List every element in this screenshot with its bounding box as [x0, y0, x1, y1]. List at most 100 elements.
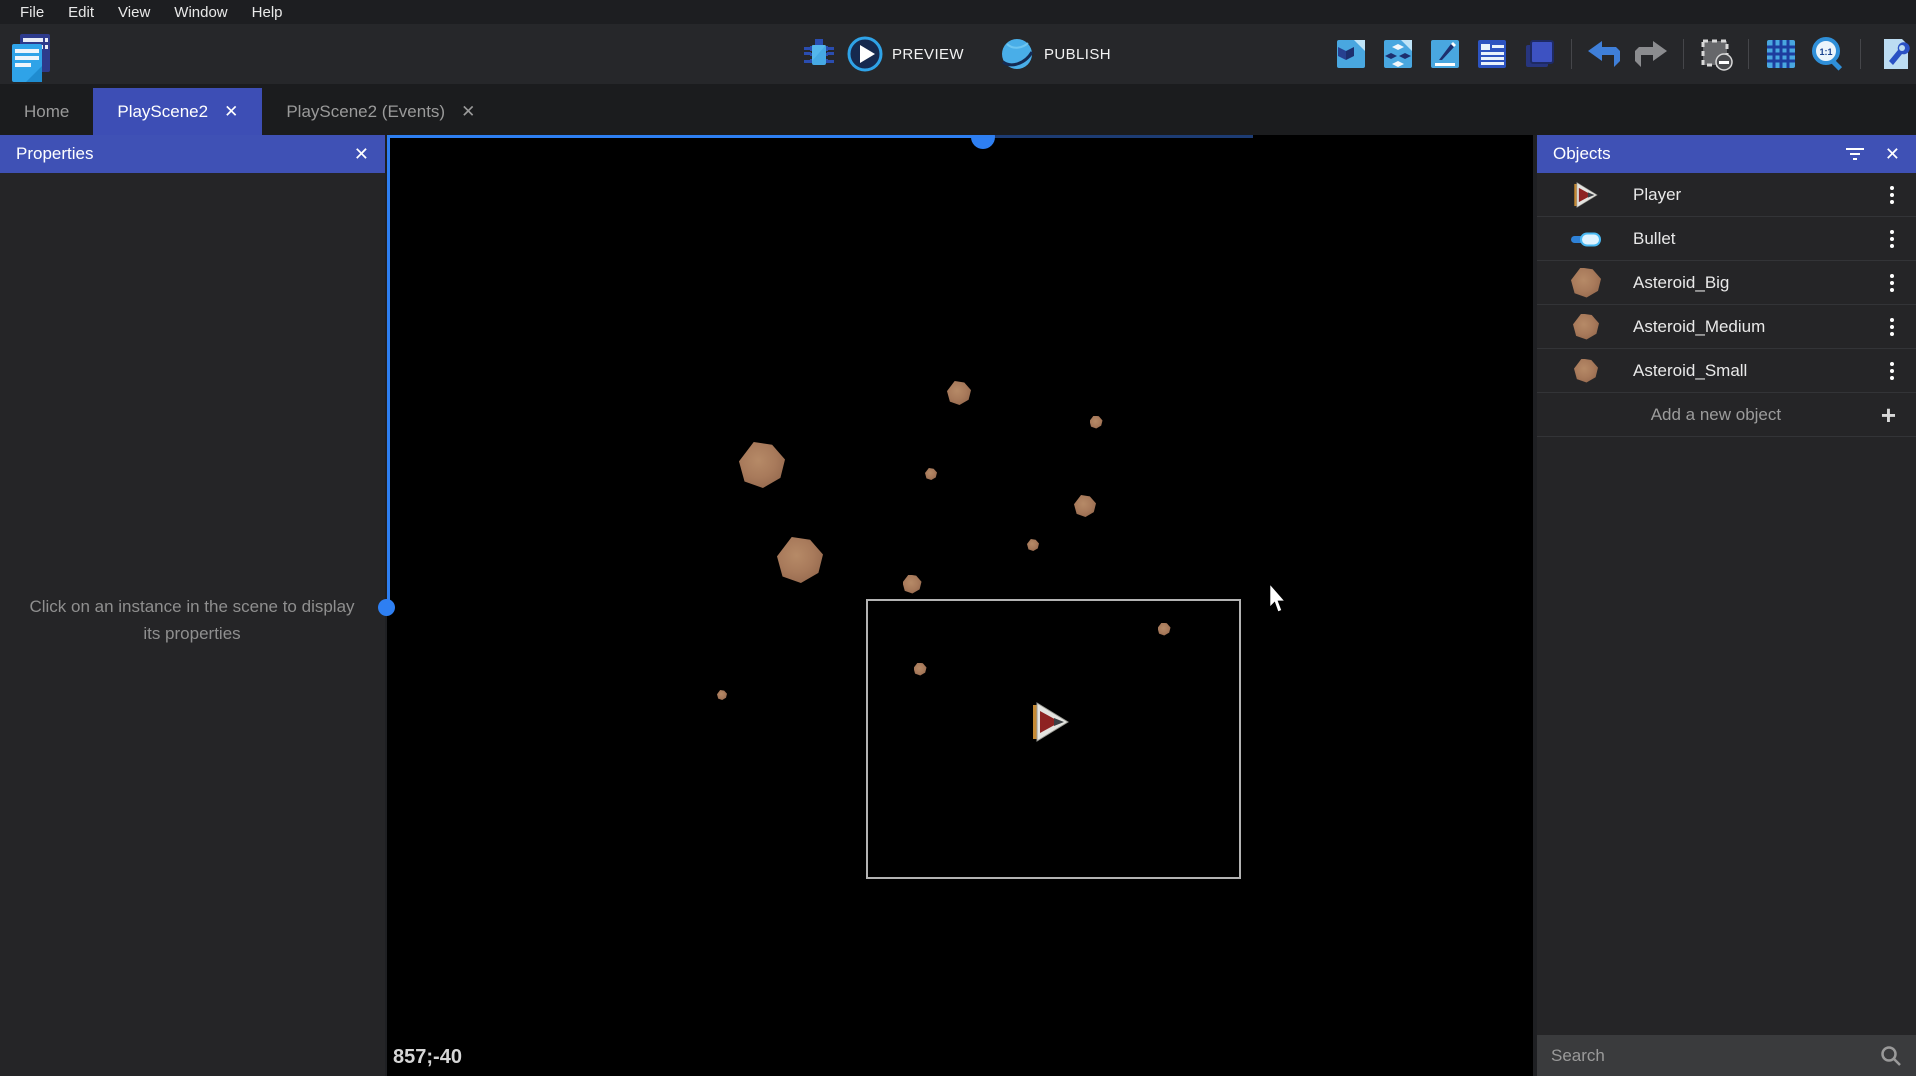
plus-icon: +: [1881, 402, 1902, 428]
wrench-document-icon: [1876, 37, 1910, 71]
pencil-icon: [1428, 37, 1462, 71]
layers-icon: [1522, 37, 1556, 71]
zoom-1-1-icon: 1:1: [1810, 36, 1846, 72]
bullet-icon: [1569, 222, 1603, 256]
redo-button[interactable]: [1632, 35, 1670, 73]
filter-icon[interactable]: [1845, 145, 1865, 163]
add-new-object-label: Add a new object: [1551, 405, 1881, 425]
layers-button[interactable]: [1520, 35, 1558, 73]
mouse-cursor-icon: [1268, 584, 1288, 614]
object-row-asteroid-big[interactable]: Asteroid_Big: [1537, 261, 1916, 305]
asteroid-instance[interactable]: [739, 442, 785, 488]
kebab-menu-icon[interactable]: [1882, 358, 1902, 384]
object-row-player[interactable]: Player: [1537, 173, 1916, 217]
kebab-menu-icon[interactable]: [1882, 314, 1902, 340]
toolbar-divider: [1571, 39, 1572, 69]
list-panel-icon: [1475, 37, 1509, 71]
close-icon[interactable]: ✕: [354, 144, 369, 165]
gdevelop-window: File Edit View Window Help: [0, 0, 1916, 1076]
redo-arrow-icon: [1633, 39, 1669, 69]
kebab-menu-icon[interactable]: [1882, 182, 1902, 208]
objects-cubes-icon: [1381, 37, 1415, 71]
debugger-bug-icon: [802, 37, 836, 71]
resize-handle-left[interactable]: [378, 599, 395, 616]
toolbar-right: 1:1: [1332, 24, 1912, 84]
tab-playscene2-events-label: PlayScene2 (Events): [286, 102, 445, 122]
search-input[interactable]: [1551, 1046, 1880, 1066]
asteroid-instance[interactable]: [1027, 539, 1039, 551]
objects-list-button[interactable]: [1379, 35, 1417, 73]
menu-bar: File Edit View Window Help: [0, 0, 1916, 24]
objects-header: Objects ✕: [1537, 135, 1916, 173]
player-ship-instance[interactable]: [1033, 702, 1069, 742]
kebab-menu-icon[interactable]: [1882, 226, 1902, 252]
menu-file[interactable]: File: [8, 2, 56, 23]
object-row-asteroid-medium[interactable]: Asteroid_Medium: [1537, 305, 1916, 349]
selection-mask-icon: [1699, 37, 1733, 71]
scene-window-border-left: [387, 135, 390, 607]
asteroid-instance[interactable]: [903, 575, 922, 594]
tab-close-icon[interactable]: ✕: [461, 103, 475, 120]
object-label: Asteroid_Big: [1633, 273, 1729, 293]
toolbar-divider: [1860, 39, 1861, 69]
scene-window-border-top: [387, 135, 987, 138]
tab-close-icon[interactable]: ✕: [224, 103, 238, 120]
asteroid-instance[interactable]: [777, 537, 823, 583]
asteroid-instance[interactable]: [717, 690, 727, 700]
add-new-object-button[interactable]: Add a new object +: [1537, 393, 1916, 437]
zoom-original-button[interactable]: 1:1: [1809, 35, 1847, 73]
object-label: Asteroid_Medium: [1633, 317, 1765, 337]
asteroid-instance[interactable]: [1074, 495, 1096, 517]
debugger-button[interactable]: [800, 35, 838, 73]
toggle-grid-button[interactable]: [1762, 35, 1800, 73]
menu-edit[interactable]: Edit: [56, 2, 106, 23]
toolbar-divider: [1748, 39, 1749, 69]
preview-label[interactable]: PREVIEW: [892, 46, 964, 63]
object-row-bullet[interactable]: Bullet: [1537, 217, 1916, 261]
menu-view[interactable]: View: [106, 2, 162, 23]
tab-home-label: Home: [24, 102, 69, 122]
preview-button[interactable]: [846, 35, 884, 73]
toolbar: PREVIEW PUBLISH: [0, 24, 1916, 84]
tab-home[interactable]: Home: [0, 88, 93, 135]
objects-title: Objects: [1553, 144, 1611, 164]
cursor-coordinates: 857;-40: [393, 1046, 462, 1069]
undo-button[interactable]: [1585, 35, 1623, 73]
objects-search-bar: [1537, 1035, 1916, 1076]
properties-empty-hint: Click on an instance in the scene to dis…: [24, 593, 360, 647]
publish-button[interactable]: [998, 35, 1036, 73]
instances-list-button[interactable]: [1473, 35, 1511, 73]
project-manager-button[interactable]: [8, 32, 54, 80]
toolbar-center: PREVIEW PUBLISH: [800, 24, 1137, 84]
asteroid-instance[interactable]: [1090, 416, 1103, 429]
scene-settings-button[interactable]: [1874, 35, 1912, 73]
player-ship-icon: [1569, 178, 1603, 212]
tab-playscene2[interactable]: PlayScene2 ✕: [93, 88, 262, 135]
open-scene-button[interactable]: [1332, 35, 1370, 73]
close-icon[interactable]: ✕: [1885, 144, 1900, 165]
publish-label[interactable]: PUBLISH: [1044, 46, 1111, 63]
asteroid-instance[interactable]: [925, 468, 937, 480]
clear-selection-button[interactable]: [1697, 35, 1735, 73]
object-label: Asteroid_Small: [1633, 361, 1747, 381]
svg-text:1:1: 1:1: [1819, 47, 1832, 57]
menu-help[interactable]: Help: [240, 2, 295, 23]
publish-globe-icon: [999, 36, 1035, 72]
object-label: Player: [1633, 185, 1681, 205]
asteroid-instance[interactable]: [947, 381, 971, 405]
asteroid-icon: [1569, 354, 1603, 388]
edit-properties-button[interactable]: [1426, 35, 1464, 73]
project-manager-icon: [8, 32, 54, 82]
search-icon[interactable]: [1880, 1045, 1902, 1067]
resize-handle-top[interactable]: [971, 135, 995, 149]
scene-canvas[interactable]: 857;-40: [387, 135, 1533, 1076]
properties-title: Properties: [16, 144, 93, 164]
object-row-asteroid-small[interactable]: Asteroid_Small: [1537, 349, 1916, 393]
tab-playscene2-label: PlayScene2: [117, 102, 208, 122]
menu-window[interactable]: Window: [162, 2, 239, 23]
scene-window-border-top-faded: [987, 135, 1253, 138]
kebab-menu-icon[interactable]: [1882, 270, 1902, 296]
tab-playscene2-events[interactable]: PlayScene2 (Events) ✕: [262, 88, 499, 135]
preview-play-icon: [847, 36, 883, 72]
properties-panel: Properties ✕ Click on an instance in the…: [0, 135, 385, 1076]
